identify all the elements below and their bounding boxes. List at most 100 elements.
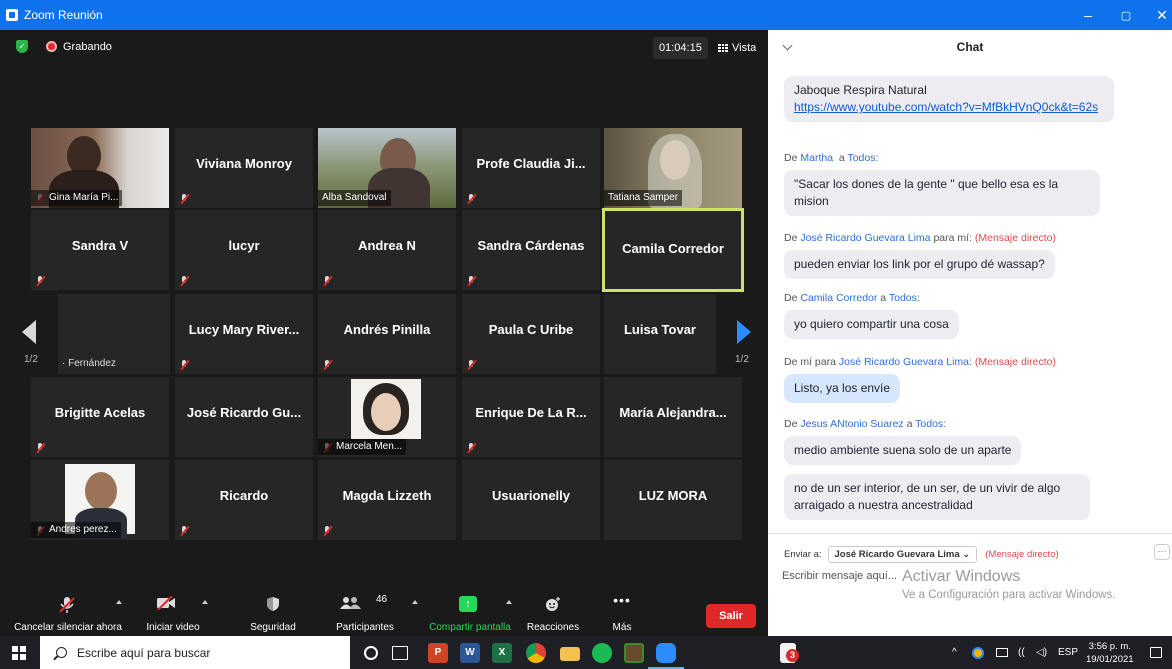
video-off-icon	[157, 596, 175, 610]
restore-button[interactable]: ▢	[1110, 0, 1142, 30]
participant-tile[interactable]: Tatiana Samper	[604, 128, 742, 208]
recipient-name: para mí:	[933, 232, 972, 244]
participant-tile[interactable]: José Ricardo Gu...	[175, 377, 313, 457]
participant-tile[interactable]: Andrea N	[318, 210, 456, 290]
participant-tile[interactable]: · Fernández	[58, 294, 170, 374]
participant-tile[interactable]: Lucy Mary River...	[175, 294, 313, 374]
zoom-icon[interactable]	[656, 643, 676, 663]
participant-tile[interactable]: Sandra Cárdenas	[462, 210, 600, 290]
participant-tile[interactable]: Andres perez...	[31, 460, 169, 540]
participant-name: Gina María Pi...	[31, 190, 123, 206]
taskbar-search-input[interactable]	[77, 645, 337, 660]
share-screen-label: Compartir pantalla	[429, 622, 511, 633]
message-sender: De Martha a Todos:	[784, 152, 879, 164]
previous-page-arrow-icon[interactable]	[22, 320, 36, 344]
participants-label: Participantes	[336, 622, 394, 633]
muted-mic-icon	[322, 276, 332, 286]
participant-tile[interactable]: Alba Sandoval	[318, 128, 456, 208]
acrobat-icon[interactable]: 3	[780, 643, 799, 663]
message-link[interactable]: https://www.youtube.com/watch?v=MfBkHVnQ…	[794, 100, 1098, 114]
participant-name: Camila Corredor	[622, 241, 724, 256]
more-button[interactable]: ••• Más	[600, 586, 644, 636]
mute-options-caret-icon[interactable]	[116, 600, 122, 604]
spotify-icon[interactable]	[592, 643, 612, 663]
muted-mic-icon	[35, 276, 45, 286]
participant-tile[interactable]: Brigitte Acelas	[31, 377, 169, 457]
participant-tile[interactable]: Sandra V	[31, 210, 169, 290]
meeting-timer: 01:04:15	[653, 37, 708, 59]
participant-name: Alba Sandoval	[318, 190, 391, 206]
tray-show-hidden-icon[interactable]: ^	[952, 636, 957, 669]
tray-language[interactable]: ESP	[1058, 636, 1078, 669]
word-icon[interactable]: W	[460, 643, 480, 663]
security-button[interactable]: Seguridad	[242, 586, 304, 636]
muted-mic-icon	[322, 526, 332, 536]
windows-start-icon[interactable]	[12, 646, 26, 660]
chat-more-button[interactable]: ···	[1154, 544, 1170, 560]
chat-message: De Camila Corredor a Todos: yo quiero co…	[784, 292, 959, 339]
tray-status-icon[interactable]	[972, 636, 984, 669]
share-screen-button[interactable]: ↑ Compartir pantalla	[424, 586, 516, 636]
participant-tile[interactable]: lucyr	[175, 210, 313, 290]
participant-tile[interactable]: Gina María Pi...	[31, 128, 169, 208]
page-indicator-left: 1/2	[24, 354, 38, 365]
participant-tile[interactable]: Usuarionelly	[462, 460, 600, 540]
sender-name[interactable]: Camila Corredor	[800, 292, 877, 304]
participant-tile[interactable]: Ricardo	[175, 460, 313, 540]
task-view-icon[interactable]	[392, 646, 408, 660]
participant-tile[interactable]: Marcela Men...	[318, 377, 456, 457]
sender-name[interactable]: José Ricardo Guevara Lima	[800, 232, 930, 244]
recipient-name[interactable]: José Ricardo Guevara Lima:	[839, 356, 972, 368]
video-options-caret-icon[interactable]	[202, 600, 208, 604]
participant-tile[interactable]: Paula C Uribe	[462, 294, 600, 374]
participant-tile[interactable]: Magda Lizzeth	[318, 460, 456, 540]
taskbar-clock[interactable]: 3:56 p. m. 19/01/2021	[1086, 640, 1134, 666]
view-button[interactable]: Vista	[712, 37, 762, 59]
participant-tile[interactable]: Viviana Monroy	[175, 128, 313, 208]
share-options-caret-icon[interactable]	[506, 600, 512, 604]
file-explorer-icon[interactable]	[560, 647, 580, 661]
minimize-button[interactable]: –	[1072, 0, 1104, 30]
participant-name: Marcela Men...	[318, 439, 407, 455]
participant-tile[interactable]: Enrique De La R...	[462, 377, 600, 457]
participant-tile[interactable]: Luisa Tovar	[604, 294, 716, 374]
participant-name: Profe Claudia Ji...	[476, 156, 586, 171]
participant-tile[interactable]: Profe Claudia Ji...	[462, 128, 600, 208]
tray-speaker-icon[interactable]: ◁)	[1036, 636, 1047, 669]
mute-label: Cancelar silenciar ahora	[14, 622, 122, 633]
muted-mic-icon	[322, 360, 332, 370]
sender-prefix: De mí para	[784, 356, 836, 368]
send-to-dropdown[interactable]: José Ricardo Guevara Lima ⌄	[827, 546, 978, 563]
taskbar-search-box[interactable]	[40, 636, 350, 669]
participants-options-caret-icon[interactable]	[412, 600, 418, 604]
active-speaker-tile[interactable]: Camila Corredor	[602, 208, 744, 292]
participants-button[interactable]: 46 Participantes	[328, 586, 418, 636]
sender-name[interactable]: Jesus ANtonio Suarez	[800, 418, 903, 430]
participant-name: Lucy Mary River...	[188, 322, 300, 337]
participant-tile[interactable]: LUZ MORA	[604, 460, 742, 540]
sender-prefix: De	[784, 292, 798, 304]
sender-name[interactable]: Martha	[800, 152, 833, 164]
cortana-icon[interactable]	[364, 646, 378, 660]
direct-message-tag: (Mensaje directo)	[985, 549, 1059, 560]
reactions-button[interactable]: Reacciones	[522, 586, 584, 636]
close-button[interactable]: ✕	[1146, 0, 1172, 30]
mute-button[interactable]: Cancelar silenciar ahora	[12, 586, 124, 636]
powerpoint-icon[interactable]: P	[428, 643, 448, 663]
watermark-subtitle: Ve a Configuración para activar Windows.	[902, 589, 1116, 601]
minecraft-icon[interactable]	[624, 643, 644, 663]
notifications-icon[interactable]	[1150, 636, 1162, 669]
start-video-button[interactable]: Iniciar video	[138, 586, 208, 636]
video-label: Iniciar video	[146, 622, 200, 633]
person-face	[85, 472, 117, 510]
participant-tile[interactable]: María Alejandra...	[604, 377, 742, 457]
next-page-arrow-icon[interactable]	[737, 320, 751, 344]
participant-tile[interactable]: Andrés Pinilla	[318, 294, 456, 374]
tray-network-icon[interactable]	[996, 636, 1008, 669]
tray-wifi-icon[interactable]: ((	[1018, 636, 1025, 669]
message-bubble: no de un ser interior, de un ser, de un …	[784, 474, 1090, 520]
excel-icon[interactable]: X	[492, 643, 512, 663]
chrome-icon[interactable]	[526, 643, 546, 663]
chat-message-input[interactable]	[782, 570, 912, 582]
leave-button[interactable]: Salir	[706, 604, 756, 628]
